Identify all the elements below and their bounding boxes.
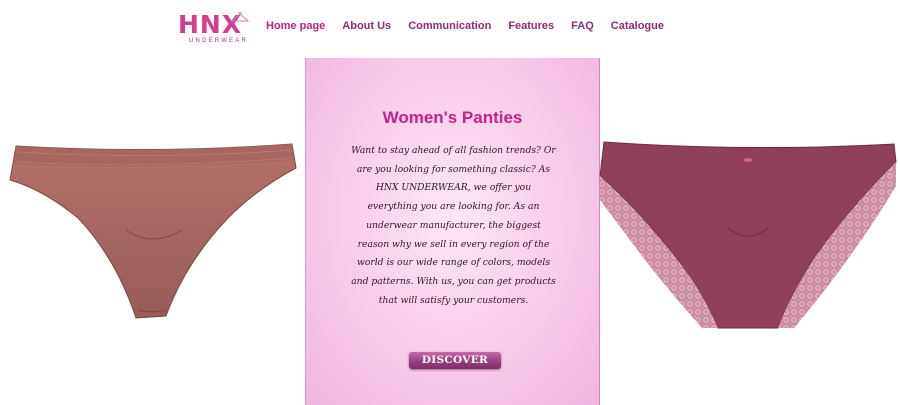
hero-panel: Women's Panties Want to stay ahead of al…: [305, 58, 600, 405]
discover-button[interactable]: DISCOVER: [409, 352, 501, 369]
hero-description: Want to stay ahead of all fashion trends…: [351, 145, 556, 306]
product-image-classic-brief: [9, 143, 297, 319]
nav-item-faq[interactable]: FAQ: [571, 20, 594, 32]
product-image-lace-brief: [599, 141, 897, 329]
brand-logo[interactable]: HNX UNDERWEAR: [178, 10, 250, 46]
nav-item-communication[interactable]: Communication: [408, 20, 491, 32]
nav-item-about-us[interactable]: About Us: [342, 20, 391, 32]
nav-item-features[interactable]: Features: [508, 20, 554, 32]
hanger-icon: [230, 11, 250, 22]
main-nav: Home page About Us Communication Feature…: [266, 20, 664, 32]
site-header: HNX UNDERWEAR Home page About Us Communi…: [0, 0, 900, 58]
nav-item-catalogue[interactable]: Catalogue: [611, 20, 664, 32]
hero-title: Women's Panties: [382, 108, 523, 127]
nav-item-home-page[interactable]: Home page: [266, 20, 325, 32]
brand-logo-subtitle: UNDERWEAR: [189, 38, 249, 44]
